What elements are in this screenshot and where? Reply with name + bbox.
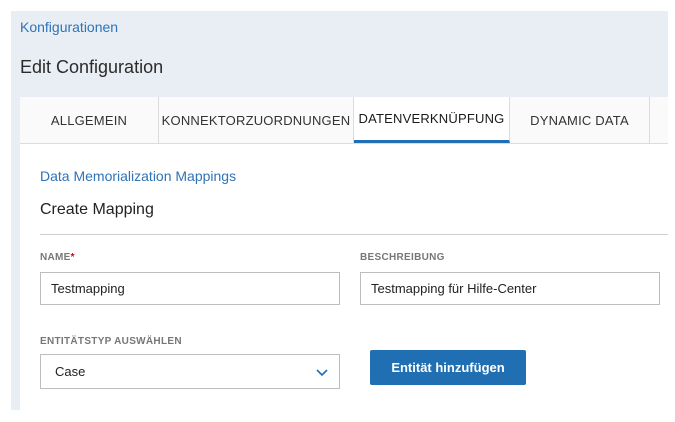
configuration-panel: ALLGEMEIN KONNEKTORZUORDNUNGEN DATENVERK… — [20, 97, 668, 410]
required-marker: * — [70, 252, 75, 263]
name-label-text: NAME — [40, 252, 71, 263]
form-heading: Create Mapping — [40, 201, 154, 218]
description-field-label: BESCHREIBUNG — [360, 252, 445, 263]
add-entity-button[interactable]: Entität hinzufügen — [370, 350, 526, 385]
page-title: Edit Configuration — [20, 57, 164, 77]
tab-allgemein[interactable]: ALLGEMEIN — [20, 97, 159, 143]
name-field-label: NAME* — [40, 252, 75, 263]
tab-datenverknuepfung[interactable]: DATENVERKNÜPFUNG — [354, 97, 510, 143]
entity-type-selected-value: Case — [55, 364, 86, 379]
description-input[interactable] — [360, 272, 660, 305]
entity-type-field-label: ENTITÄTSTYP AUSWÄHLEN — [40, 336, 182, 347]
entity-type-select[interactable]: Case — [40, 354, 340, 389]
tab-konnektorzuordnungen[interactable]: KONNEKTORZUORDNUNGEN — [159, 97, 354, 143]
divider — [40, 234, 668, 235]
tab-dynamic-data[interactable]: DYNAMIC DATA — [510, 97, 650, 143]
chevron-down-icon — [316, 369, 328, 377]
breadcrumb[interactable]: Konfigurationen — [20, 19, 118, 35]
name-input[interactable] — [40, 272, 340, 305]
tab-bar: ALLGEMEIN KONNEKTORZUORDNUNGEN DATENVERK… — [20, 97, 668, 144]
section-title[interactable]: Data Memorialization Mappings — [40, 168, 236, 184]
